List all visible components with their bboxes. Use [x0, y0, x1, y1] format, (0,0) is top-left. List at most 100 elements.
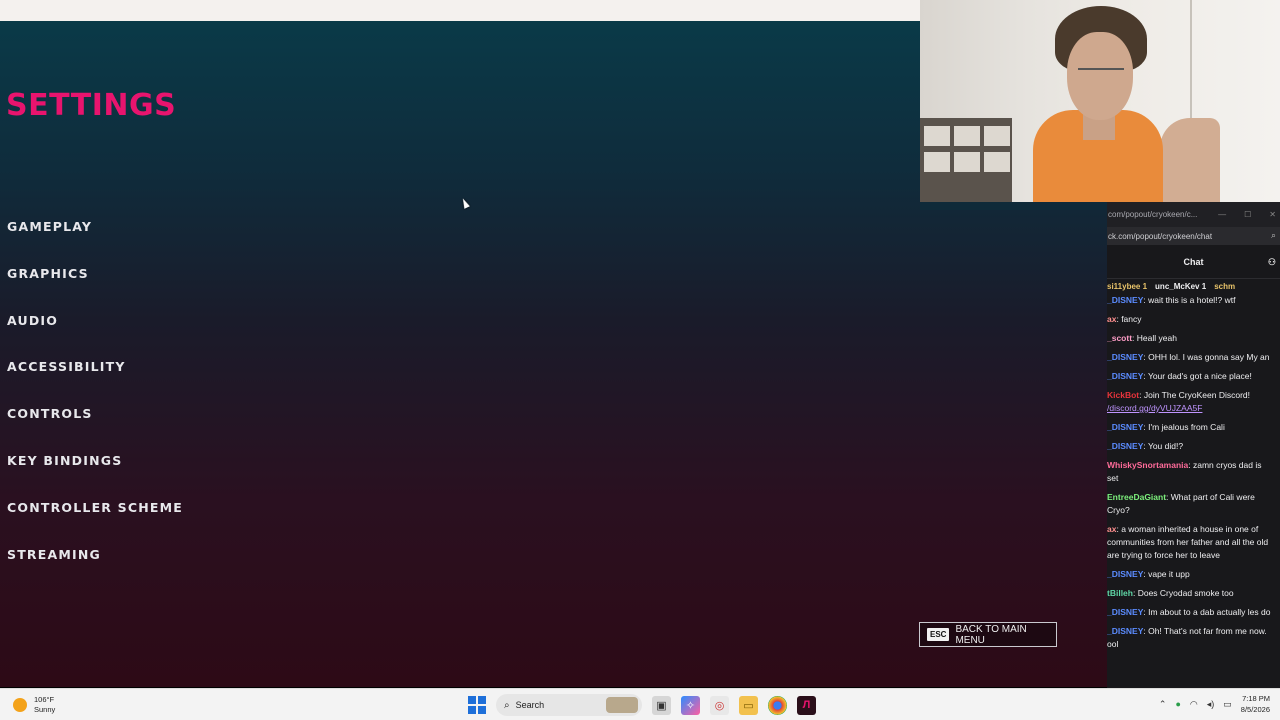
chat-message: _DISNEY: I'm jealous from Cali — [1107, 421, 1275, 434]
sun-icon — [13, 698, 27, 712]
chat-text: : You did!? — [1143, 441, 1184, 451]
close-icon[interactable]: ✕ — [1269, 210, 1276, 219]
chat-text: : Does Cryodad smoke too — [1132, 588, 1234, 598]
menu-item-controller-scheme[interactable]: CONTROLLER SCHEME — [7, 499, 183, 546]
webcam-person-arm — [1160, 118, 1220, 202]
clock-time: 7:18 PM — [1242, 694, 1270, 703]
chat-username[interactable]: _DISNEY — [1107, 607, 1143, 617]
minimize-icon[interactable]: — — [1218, 210, 1226, 219]
taskbar-search[interactable]: ⌕ Search — [496, 694, 642, 716]
chat-text: : Im about to a dab actually les do — [1143, 607, 1271, 617]
microphone-icon[interactable]: ● — [1175, 699, 1180, 709]
battery-icon[interactable]: ▭ — [1223, 699, 1232, 710]
chat-message: tBilleh: Does Cryodad smoke too — [1107, 587, 1275, 600]
webcam-shelf — [920, 118, 1012, 202]
chat-message: EntreeDaGiant: What part of Cali were Cr… — [1107, 491, 1275, 517]
menu-item-controls[interactable]: CONTROLS — [7, 405, 183, 452]
esc-key-badge: ESC — [927, 628, 950, 641]
browser-top-strip — [0, 0, 920, 21]
chevron-up-icon[interactable]: ⌃ — [1159, 699, 1167, 710]
menu-item-audio[interactable]: AUDIO — [7, 312, 183, 359]
search-icon[interactable]: ⌕ — [1271, 230, 1276, 241]
chat-username[interactable]: tBilleh — [1107, 588, 1133, 598]
gifter-item: si11ybee 1 — [1107, 281, 1148, 291]
chat-username[interactable]: WhiskySnortamania — [1107, 460, 1188, 470]
task-view-icon[interactable]: ▣ — [652, 695, 671, 715]
chat-text: : I'm jealous from Cali — [1143, 422, 1225, 432]
chat-username[interactable]: _scott — [1107, 333, 1132, 343]
file-explorer-icon[interactable]: ▭ — [739, 695, 758, 715]
menu-item-gameplay[interactable]: GAMEPLAY — [7, 218, 183, 265]
chat-username[interactable]: _DISNEY — [1107, 441, 1143, 451]
chrome-icon[interactable] — [768, 695, 787, 715]
gifter-item: unc_McKev 1 — [1155, 281, 1207, 291]
chat-text: : Join The CryoKeen Discord! — [1139, 390, 1250, 400]
window-controls: — ☐ ✕ — [1218, 210, 1276, 219]
weather-temp: 106°F — [34, 695, 55, 704]
chat-username[interactable]: _DISNEY — [1107, 626, 1143, 636]
chat-message: KickBot: Join The CryoKeen Discord! /disc… — [1107, 389, 1275, 415]
chat-message: ax: a woman inherited a house in one of … — [1107, 523, 1275, 562]
chat-message: _DISNEY: vape it upp — [1107, 568, 1275, 581]
chat-message: WhiskySnortamania: zamn cryos dad is set — [1107, 459, 1275, 485]
chat-username[interactable]: _DISNEY — [1107, 371, 1143, 381]
chat-message: _DISNEY: OHH lol. I was gonna say My an — [1107, 351, 1275, 364]
chat-username[interactable]: EntreeDaGiant — [1107, 492, 1166, 502]
chat-text: : Heall yeah — [1132, 333, 1177, 343]
chat-text: : wait this is a hotel!? wtf — [1143, 295, 1236, 305]
wifi-icon[interactable]: ◠ — [1190, 699, 1198, 710]
chat-text: : fancy — [1116, 314, 1142, 324]
back-to-main-menu-button[interactable]: ESC BACK TO MAIN MENU — [919, 622, 1057, 647]
chat-username[interactable]: _DISNEY — [1107, 569, 1143, 579]
search-highlight-image — [606, 697, 638, 713]
chat-text: : vape it upp — [1143, 569, 1190, 579]
menu-item-key-bindings[interactable]: KEY BINDINGS — [7, 452, 183, 499]
chat-popout-window: com/popout/cryokeen/c... — ☐ ✕ ck.com/po… — [1107, 202, 1280, 688]
page-title: SETTINGS — [6, 88, 177, 123]
chat-username[interactable]: KickBot — [1107, 390, 1139, 400]
chat-message: _scott: Heall yeah — [1107, 332, 1275, 345]
chat-text: : Your dad's got a nice place! — [1143, 371, 1252, 381]
chat-message: ax: fancy — [1107, 313, 1275, 326]
weather-widget[interactable]: 106°F Sunny — [13, 695, 55, 715]
chat-message: _DISNEY: You did!? — [1107, 440, 1275, 453]
chat-window-title: com/popout/cryokeen/c... — [1108, 210, 1198, 219]
chat-message-list: _DISNEY: wait this is a hotel!? wtf ax: f… — [1107, 293, 1280, 651]
menu-item-graphics[interactable]: GRAPHICS — [7, 265, 183, 312]
gifter-item: schm — [1214, 281, 1236, 291]
users-icon[interactable]: ⚇ — [1268, 257, 1276, 268]
screen: SETTINGS GAMEPLAY GRAPHICS AUDIO ACCESSI… — [0, 0, 1280, 720]
chat-link[interactable]: /discord.gg/dyVUJZAA5F — [1107, 403, 1202, 413]
maximize-icon[interactable]: ☐ — [1244, 210, 1251, 219]
windows-start-icon[interactable] — [468, 696, 486, 714]
snipping-tool-icon[interactable]: ◎ — [710, 695, 729, 715]
chat-message: _DISNEY: Your dad's got a nice place! — [1107, 370, 1275, 383]
chat-url-bar[interactable]: ck.com/popout/cryokeen/chat ⌕ — [1107, 227, 1280, 245]
chat-username[interactable]: _DISNEY — [1107, 352, 1143, 362]
clock-date: 8/5/2026 — [1240, 705, 1270, 714]
windows-taskbar: 106°F Sunny ⌕ Search ▣ ✧ ◎ ▭ Л ⌃ ● ◠ ◂) … — [0, 688, 1280, 720]
chat-username[interactable]: _DISNEY — [1107, 422, 1143, 432]
menu-item-accessibility[interactable]: ACCESSIBILITY — [7, 358, 183, 405]
copilot-icon[interactable]: ✧ — [681, 695, 700, 715]
back-button-label: BACK TO MAIN MENU — [955, 623, 1027, 646]
gifter-leaderboard: si11ybee 1 unc_McKev 1 schm — [1107, 279, 1280, 293]
chat-url-text: ck.com/popout/cryokeen/chat — [1108, 231, 1213, 241]
chat-username[interactable]: _DISNEY — [1107, 295, 1143, 305]
system-tray: ⌃ ● ◠ ◂) ▭ 7:18 PM 8/5/2026 — [1159, 693, 1270, 715]
game-background-edge — [920, 202, 1107, 210]
weather-condition: Sunny — [34, 705, 56, 714]
chat-text: : a woman inherited a house in one of co… — [1107, 524, 1269, 560]
chat-message: _DISNEY: Oh! That's not far from me now.… — [1107, 625, 1275, 651]
webcam-person-glasses — [1078, 68, 1124, 78]
chat-titlebar: com/popout/cryokeen/c... — ☐ ✕ — [1107, 202, 1280, 227]
menu-item-streaming[interactable]: STREAMING — [7, 546, 183, 593]
chat-message: _DISNEY: Im about to a dab actually les … — [1107, 606, 1275, 619]
settings-menu: GAMEPLAY GRAPHICS AUDIO ACCESSIBILITY CO… — [7, 218, 183, 592]
game-app-icon[interactable]: Л — [797, 695, 816, 715]
webcam-overlay — [920, 0, 1280, 202]
volume-icon[interactable]: ◂) — [1207, 699, 1215, 710]
chat-header: Chat ⚇ — [1107, 245, 1280, 279]
chat-text: : OHH lol. I was gonna say My an — [1143, 352, 1270, 362]
clock[interactable]: 7:18 PM 8/5/2026 — [1241, 693, 1270, 715]
